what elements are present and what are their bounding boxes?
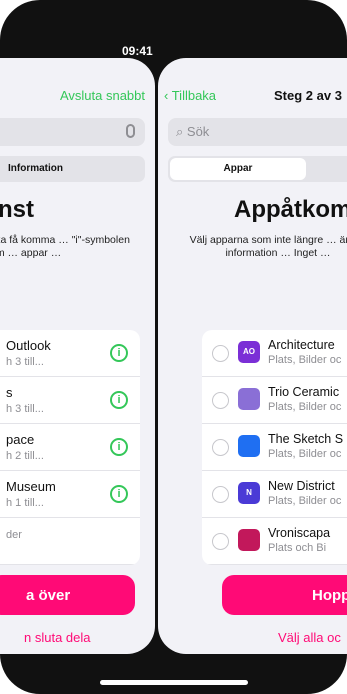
item-name: Trio Ceramic <box>268 385 340 399</box>
item-sub: Plats, Bilder oc <box>268 448 342 460</box>
app-icon: AO <box>238 341 260 363</box>
select-all-link[interactable]: Välj alla oc <box>278 630 347 645</box>
item-sub: Plats, Bilder oc <box>268 401 342 413</box>
list-item[interactable]: Outlook h 3 till... i <box>0 330 140 377</box>
item-sub: Plats och Bi <box>268 542 327 554</box>
app-icon: N <box>238 482 260 504</box>
list-item[interactable]: Trio Ceramic Plats, Bilder oc <box>202 377 347 424</box>
status-time: 09:41 <box>122 44 153 58</box>
people-list: Outlook h 3 till... i s h 3 till... i pa… <box>0 330 140 565</box>
radio-button[interactable] <box>212 439 229 456</box>
microphone-icon[interactable] <box>126 124 135 138</box>
primary-button[interactable]: Hopp <box>222 575 347 615</box>
search-input[interactable]: ⌕ Sök <box>168 118 347 146</box>
right-screen: ‹ Tillbaka Steg 2 av 3 ⌕ Sök Appar Appåt… <box>158 58 347 654</box>
radio-button[interactable] <box>212 533 229 550</box>
list-item[interactable]: Vroniscapa Plats och Bi <box>202 518 347 565</box>
item-name: Architecture <box>268 338 335 352</box>
stop-sharing-link[interactable]: n sluta dela <box>0 630 140 645</box>
step-indicator: Steg 2 av 3 <box>274 88 342 103</box>
info-icon[interactable]: i <box>110 344 128 362</box>
search-input[interactable] <box>0 118 145 146</box>
item-name: The Sketch S <box>268 432 344 446</box>
list-item[interactable]: s h 3 till... i <box>0 377 140 424</box>
info-icon[interactable]: i <box>110 485 128 503</box>
left-screen: Avsluta snabbt Information nst ska få ko… <box>0 58 155 654</box>
item-sub: Plats, Bilder oc <box>268 354 342 366</box>
page-title: Appåtkom <box>234 196 347 223</box>
back-button[interactable]: ‹ Tillbaka <box>164 88 216 103</box>
app-icon <box>238 388 260 410</box>
item-sub: Plats, Bilder oc <box>268 495 342 507</box>
search-placeholder: Sök <box>186 124 210 139</box>
quick-exit-link[interactable]: Avsluta snabbt <box>8 88 145 103</box>
status-bar: 09:41 <box>0 0 347 58</box>
page-description: ska få komma … "i"-symbolen om … appar … <box>0 234 130 259</box>
primary-button[interactable]: a över <box>0 575 135 615</box>
list-item[interactable]: pace h 2 till... i <box>0 424 140 471</box>
search-icon: ⌕ <box>176 124 184 139</box>
item-name: New District <box>268 479 335 493</box>
back-label: Tillbaka <box>171 88 217 103</box>
nav-bar: ‹ Tillbaka Steg 2 av 3 <box>158 88 347 108</box>
radio-button[interactable] <box>212 345 229 362</box>
list-item[interactable]: N New District Plats, Bilder oc <box>202 471 347 518</box>
item-name: Vroniscapa <box>268 526 331 540</box>
list-item[interactable]: der <box>0 518 140 565</box>
segmented-control: Appar <box>168 156 347 182</box>
phone-frame: 09:41 Avsluta snabbt Information nst ska… <box>0 0 347 694</box>
radio-button[interactable] <box>212 486 229 503</box>
info-icon[interactable]: i <box>110 391 128 409</box>
list-item[interactable]: Museum h 1 till... i <box>0 471 140 518</box>
list-item[interactable]: AO Architecture Plats, Bilder oc <box>202 330 347 377</box>
app-icon <box>238 529 260 551</box>
page-title: nst <box>0 196 34 223</box>
tab-apps[interactable]: Appar <box>170 158 306 180</box>
app-list: AO Architecture Plats, Bilder oc Trio Ce… <box>202 330 347 565</box>
info-icon[interactable]: i <box>110 438 128 456</box>
radio-button[interactable] <box>212 392 229 409</box>
list-item[interactable]: The Sketch S Plats, Bilder oc <box>202 424 347 471</box>
page-description: Välj apparna som inte längre … ändra inf… <box>189 234 347 259</box>
item-sub: der <box>6 529 22 541</box>
home-indicator <box>100 680 248 685</box>
app-icon <box>238 435 260 457</box>
tab-information[interactable]: Information <box>0 156 145 182</box>
